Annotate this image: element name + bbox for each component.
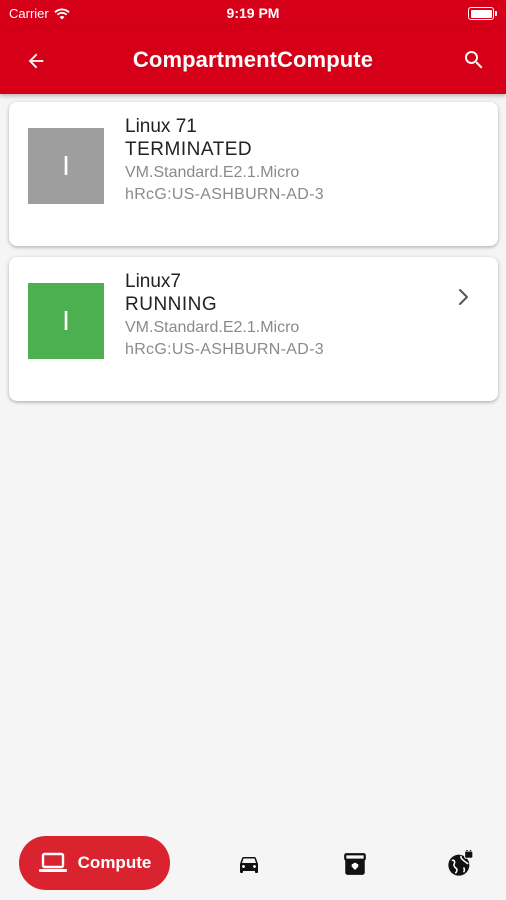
nav-archive-button[interactable] <box>341 850 369 878</box>
status-bar: Carrier 9:19 PM <box>0 0 506 28</box>
instance-thumbnail: I <box>28 128 104 204</box>
search-icon <box>465 51 483 69</box>
nav-compute-label: Compute <box>77 853 152 872</box>
nav-compute-button[interactable]: Compute <box>19 836 170 890</box>
car-icon <box>240 857 258 873</box>
instance-availability-domain: hRcG:US-ASHBURN-AD-3 <box>125 186 324 203</box>
chevron-right-icon[interactable] <box>456 287 472 307</box>
clock: 9:19 PM <box>226 5 280 21</box>
app-bar: CompartmentCompute <box>0 28 506 94</box>
instance-shape: VM.Standard.E2.1.Micro <box>125 319 300 336</box>
search-button[interactable] <box>458 44 490 76</box>
bottom-navigation: Compute <box>0 820 506 900</box>
instance-availability-domain: hRcG:US-ASHBURN-AD-3 <box>125 341 324 358</box>
laptop-icon <box>38 852 67 872</box>
globe-network-icon <box>448 850 474 876</box>
nav-network-button[interactable] <box>446 850 474 878</box>
instance-state: TERMINATED <box>125 139 253 160</box>
instance-initial: I <box>62 305 70 336</box>
nav-car-button[interactable] <box>235 850 263 878</box>
instance-shape: VM.Standard.E2.1.Micro <box>125 164 300 181</box>
instance-info: Linux 71 TERMINATED VM.Standard.E2.1.Mic… <box>125 115 324 206</box>
instance-card-linux-71[interactable]: I Linux 71 TERMINATED VM.Standard.E2.1.M… <box>9 102 498 246</box>
instance-initial: I <box>62 150 70 181</box>
battery-icon <box>468 7 497 20</box>
instance-thumbnail: I <box>28 283 104 359</box>
instance-info: Linux7 RUNNING VM.Standard.E2.1.Micro hR… <box>125 270 324 361</box>
instance-name: Linux7 <box>125 271 181 292</box>
instance-state: RUNNING <box>125 294 218 315</box>
archive-icon <box>344 853 366 875</box>
instance-card-linux7[interactable]: I Linux7 RUNNING VM.Standard.E2.1.Micro … <box>9 257 498 401</box>
page-title: CompartmentCompute <box>132 47 374 72</box>
instance-name: Linux 71 <box>125 116 197 137</box>
